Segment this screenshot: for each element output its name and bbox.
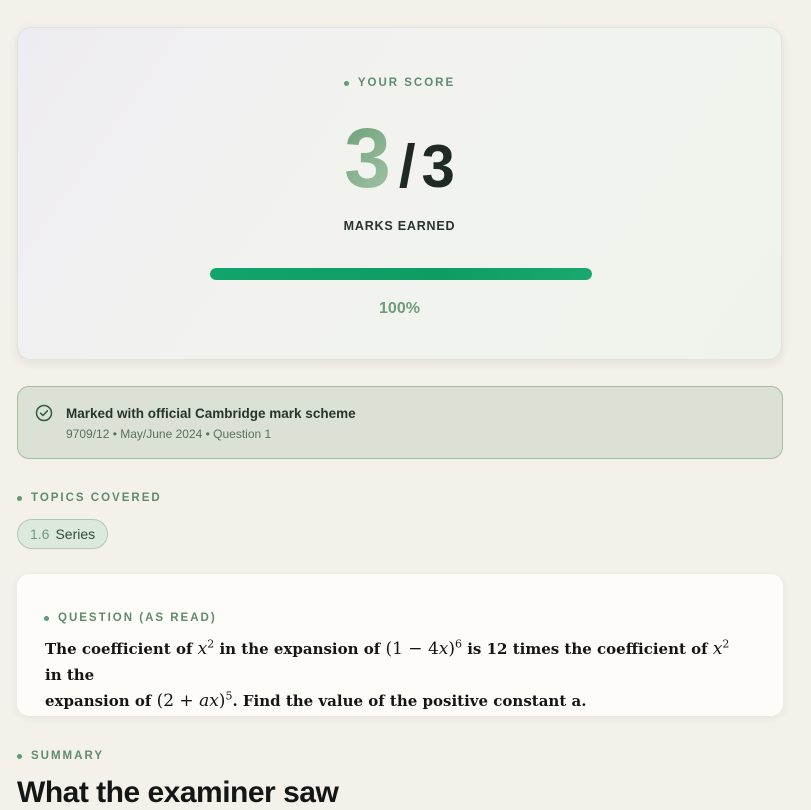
eyebrow-dot: [343, 80, 349, 86]
math-expansion-2: (2 + ax)5: [156, 689, 233, 711]
question-text-part: in the: [45, 666, 95, 684]
marks-earned-label: MARKS EARNED: [343, 219, 456, 233]
question-text: The coefficient of x2 in the expansion o…: [45, 636, 745, 714]
question-text-part: is 12 times the coefficient of: [462, 640, 713, 658]
summary-heading: What the examiner saw: [17, 776, 339, 809]
math-x-squared: x2: [197, 637, 215, 659]
score-separator: /: [398, 133, 416, 200]
eyebrow-dot: [17, 495, 22, 501]
score-value: 3: [344, 111, 391, 205]
score-percent: 100%: [379, 300, 420, 317]
topic-code: 1.6: [30, 526, 50, 542]
score-progress-bar: [210, 268, 592, 280]
banner-title: Marked with official Cambridge mark sche…: [66, 406, 356, 421]
question-text-part: The coefficient of: [45, 640, 198, 658]
topics-eyebrow: TOPICS COVERED: [17, 492, 162, 504]
summary-eyebrow: SUMMARY: [17, 750, 104, 762]
score-total: 3: [421, 133, 455, 200]
summary-eyebrow-label: SUMMARY: [31, 750, 104, 762]
question-eyebrow: QUESTION (AS READ): [44, 612, 217, 624]
mark-scheme-banner: Marked with official Cambridge mark sche…: [17, 386, 783, 459]
question-card: QUESTION (AS READ) The coefficient of x2…: [17, 574, 783, 716]
topic-chip[interactable]: 1.6 Series: [17, 519, 109, 549]
topics-eyebrow-label: TOPICS COVERED: [31, 492, 162, 504]
score-eyebrow: YOUR SCORE: [18, 77, 781, 89]
eyebrow-dot: [17, 753, 22, 759]
question-text-part: expansion of: [45, 692, 157, 710]
question-text-part: . Find the value of the positive constan…: [232, 692, 587, 710]
question-text-part: in the expansion of: [214, 640, 386, 658]
eyebrow-dot: [44, 615, 49, 621]
score-card: YOUR SCORE 3/3 MARKS EARNED 100%: [17, 27, 782, 360]
score-display: 3/3: [18, 116, 781, 200]
topic-label: Series: [55, 526, 96, 542]
score-progress-fill: [210, 268, 592, 280]
check-circle-icon: [35, 404, 53, 422]
banner-subtitle: 9709/12 • May/June 2024 • Question 1: [66, 427, 272, 441]
math-x-squared: x2: [712, 637, 730, 659]
question-eyebrow-label: QUESTION (AS READ): [58, 612, 217, 624]
math-expansion-1: (1 − 4x)6: [385, 637, 463, 659]
score-eyebrow-label: YOUR SCORE: [357, 77, 456, 89]
